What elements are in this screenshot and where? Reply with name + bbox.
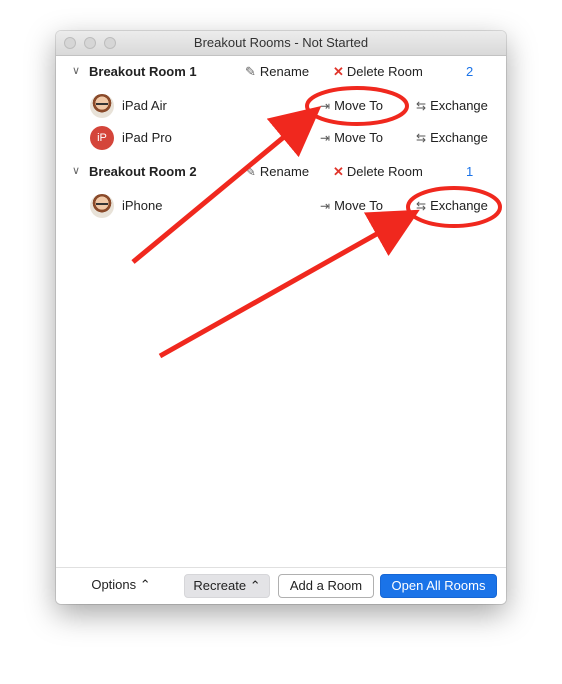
room-name: Breakout Room 2 <box>89 164 197 179</box>
exchange-icon: ⇆ <box>416 131 427 145</box>
participant-row: iP iPad Pro ⇥ Move To ⇆ Exchange <box>56 124 506 152</box>
participant-name: iPhone <box>122 198 163 213</box>
participant-row: iPhone ⇥ Move To ⇆ Exchange <box>56 192 506 220</box>
avatar: iP <box>90 126 114 150</box>
open-all-rooms-button[interactable]: Open All Rooms <box>380 574 497 598</box>
move-to-icon: ⇥ <box>320 199 331 213</box>
room-header-1[interactable]: ∨ Breakout Room 1 ✎ Rename ✕ Delete Room 2 <box>56 60 506 84</box>
exchange-button[interactable]: ⇆ Exchange <box>416 98 488 113</box>
room-header-2[interactable]: ∨ Breakout Room 2 ✎ Rename ✕ Delete Room 1 <box>56 160 506 184</box>
rename-button[interactable]: ✎ Rename <box>245 164 309 180</box>
zoom-window-button[interactable] <box>104 37 116 49</box>
exchange-button[interactable]: ⇆ Exchange <box>416 198 488 213</box>
avatar <box>90 194 114 218</box>
move-to-icon: ⇥ <box>320 131 331 145</box>
room-name: Breakout Room 1 <box>89 64 197 79</box>
chevron-up-icon: ⌃ <box>249 578 261 593</box>
window-title: Breakout Rooms - Not Started <box>193 35 369 50</box>
participant-name: iPad Pro <box>122 130 172 145</box>
recreate-button[interactable]: Recreate ⌃ <box>184 574 270 598</box>
close-window-button[interactable] <box>64 37 76 49</box>
chevron-down-icon[interactable]: ∨ <box>72 64 80 77</box>
move-to-icon: ⇥ <box>320 99 331 113</box>
move-to-button[interactable]: ⇥ Move To <box>320 98 383 113</box>
move-to-button[interactable]: ⇥ Move To <box>320 130 383 145</box>
pencil-icon: ✎ <box>245 164 256 179</box>
window-controls <box>64 37 116 49</box>
delete-room-button[interactable]: ✕ Delete Room <box>333 64 423 80</box>
participant-name: iPad Air <box>122 98 167 113</box>
breakout-rooms-window: Breakout Rooms - Not Started ∨ Breakout … <box>56 31 506 604</box>
title-bar: Breakout Rooms - Not Started <box>56 31 506 56</box>
footer-bar: Options ⌃ Recreate ⌃ Add a Room Open All… <box>56 567 506 604</box>
chevron-down-icon[interactable]: ∨ <box>72 164 80 177</box>
x-icon: ✕ <box>333 164 344 179</box>
participant-count: 2 <box>466 64 474 79</box>
exchange-button[interactable]: ⇆ Exchange <box>416 130 488 145</box>
exchange-icon: ⇆ <box>416 99 427 113</box>
pencil-icon: ✎ <box>245 64 256 79</box>
rename-button[interactable]: ✎ Rename <box>245 64 309 80</box>
move-to-button[interactable]: ⇥ Move To <box>320 198 383 213</box>
options-button[interactable]: Options ⌃ <box>86 574 156 598</box>
delete-room-button[interactable]: ✕ Delete Room <box>333 164 423 180</box>
minimize-window-button[interactable] <box>84 37 96 49</box>
avatar <box>90 94 114 118</box>
x-icon: ✕ <box>333 64 344 79</box>
participant-row: iPad Air ⇥ Move To ⇆ Exchange <box>56 92 506 120</box>
exchange-icon: ⇆ <box>416 199 427 213</box>
participant-count: 1 <box>466 164 474 179</box>
add-room-button[interactable]: Add a Room <box>278 574 374 598</box>
chevron-up-icon: ⌃ <box>139 577 151 592</box>
